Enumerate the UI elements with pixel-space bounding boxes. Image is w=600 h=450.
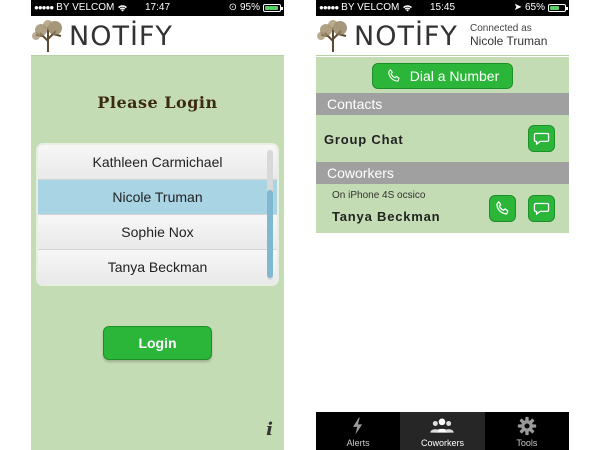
- group-chat-label: Group Chat: [324, 132, 404, 147]
- people-icon: [430, 418, 455, 433]
- location-icon: ➤: [513, 2, 522, 13]
- status-bar: ●●●●● BY VELCOM 17:47 ⊙ 95%: [31, 0, 284, 16]
- coworker-name: Tanya Beckman: [332, 209, 441, 224]
- tab-label: Alerts: [346, 438, 370, 448]
- battery-icon: [263, 3, 283, 12]
- tree-logo-icon: [317, 20, 347, 52]
- app-header: NOTİFY: [31, 16, 284, 56]
- status-bar: ●●●●● BY VELCOM 15:45 ➤ 65%: [316, 0, 569, 16]
- info-icon[interactable]: i: [266, 419, 273, 440]
- page-title: Please Login: [97, 93, 218, 112]
- login-button[interactable]: Login: [103, 326, 212, 360]
- lock-rotation-icon: ⊙: [228, 2, 237, 13]
- battery-icon: [548, 3, 568, 12]
- phone-icon: [388, 69, 400, 82]
- dial-number-button[interactable]: Dial a Number: [372, 63, 513, 89]
- user-option-selected[interactable]: Nicole Truman: [38, 180, 277, 215]
- dial-number-label: Dial a Number: [409, 68, 500, 84]
- battery-percent: 95%: [239, 2, 260, 13]
- contacts-section-header: Contacts: [316, 93, 569, 115]
- tab-label: Tools: [516, 438, 538, 448]
- user-option[interactable]: Tanya Beckman: [38, 250, 277, 284]
- picker-scrollbar[interactable]: [267, 150, 273, 280]
- tab-bar: Alerts Coworkers Tools: [316, 412, 569, 450]
- user-option[interactable]: Sophie Nox: [38, 215, 277, 250]
- gear-icon: [517, 416, 536, 436]
- chat-bubble-icon: [533, 202, 550, 215]
- picker-scroll-thumb[interactable]: [267, 190, 273, 278]
- call-coworker-button[interactable]: [489, 195, 516, 222]
- coworkers-section-header: Coworkers: [316, 162, 569, 184]
- tab-alerts[interactable]: Alerts: [316, 412, 400, 450]
- battery-percent: 65%: [524, 2, 545, 13]
- tree-logo-icon: [32, 20, 62, 52]
- login-screen: ●●●●● BY VELCOM 17:47 ⊙ 95% NOTİFY Pleas…: [31, 0, 284, 450]
- app-header: NOTİFY Connected as Nicole Truman: [316, 16, 569, 56]
- brand-logo: NOTİFY: [354, 21, 458, 52]
- tab-coworkers[interactable]: Coworkers: [400, 412, 485, 450]
- coworker-row[interactable]: On iPhone 4S ocsico Tanya Beckman: [316, 184, 569, 233]
- user-picker[interactable]: Kathleen Carmichael Nicole Truman Sophie…: [36, 143, 279, 286]
- chat-bubble-icon: [533, 132, 550, 145]
- group-chat-row[interactable]: Group Chat: [316, 115, 569, 162]
- user-option[interactable]: Kathleen Carmichael: [38, 145, 277, 180]
- lightning-icon: [353, 417, 363, 435]
- tab-tools[interactable]: Tools: [485, 412, 569, 450]
- group-chat-button[interactable]: [528, 125, 555, 152]
- coworkers-screen: ●●●●● BY VELCOM 15:45 ➤ 65% NOTİFY Conne…: [316, 0, 569, 450]
- connected-status: Connected as Nicole Truman: [470, 22, 547, 48]
- chat-coworker-button[interactable]: [528, 195, 555, 222]
- brand-logo: NOTİFY: [69, 21, 173, 52]
- tab-label: Coworkers: [420, 438, 464, 448]
- connected-user: Nicole Truman: [470, 34, 548, 48]
- coworker-device-status: On iPhone 4S ocsico: [332, 190, 426, 201]
- dial-area: Dial a Number: [316, 57, 569, 93]
- phone-icon: [496, 201, 509, 215]
